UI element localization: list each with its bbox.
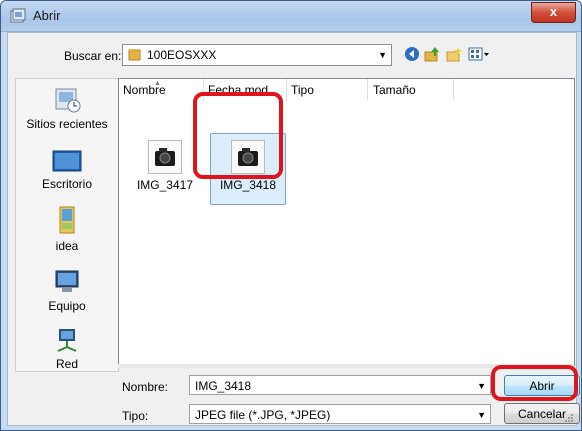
- places-bar: Sitios recientes Escritorio idea Equipo …: [15, 78, 119, 372]
- place-recent[interactable]: Sitios recientes: [16, 85, 118, 131]
- place-label: Red: [55, 357, 78, 371]
- highlight-selected-file: [193, 92, 283, 179]
- place-label: idea: [55, 239, 79, 253]
- title-bar[interactable]: Abrir x: [1, 1, 581, 32]
- filename-label: Nombre:: [122, 380, 169, 394]
- place-network[interactable]: Red: [16, 327, 118, 371]
- lookin-label: Buscar en:: [64, 49, 122, 63]
- dialog-body: Buscar en: 100EOSXXX ▼ Sitios recientes …: [7, 32, 580, 426]
- lookin-value: 100EOSXXX: [147, 48, 217, 62]
- sort-arrow-icon: ▲: [154, 80, 161, 87]
- place-label: Equipo: [48, 299, 86, 313]
- computer-icon: [55, 270, 79, 292]
- file-item[interactable]: IMG_3417: [128, 134, 202, 204]
- back-icon[interactable]: [404, 46, 420, 62]
- network-icon: [57, 329, 77, 352]
- place-label: Escritorio: [41, 177, 92, 191]
- chevron-down-icon[interactable]: ▼: [477, 405, 486, 425]
- lookin-combo[interactable]: 100EOSXXX ▼: [122, 44, 392, 66]
- column-header-size[interactable]: Tamaño: [369, 79, 454, 101]
- file-list[interactable]: ▲ Nombre Fecha mod... Tipo Tamaño IMG_34…: [118, 78, 575, 366]
- filetype-select[interactable]: JPEG file (*.JPG, *JPEG) ▼: [189, 404, 491, 424]
- filetype-value: JPEG file (*.JPG, *JPEG): [195, 408, 331, 422]
- up-folder-icon[interactable]: [424, 46, 440, 62]
- camera-thumbnail-icon: [148, 140, 182, 174]
- column-header-type[interactable]: Tipo: [287, 79, 368, 101]
- desktop-icon: [52, 150, 82, 172]
- place-label: Sitios recientes: [26, 117, 108, 131]
- chevron-down-icon[interactable]: ▼: [477, 376, 486, 396]
- window-title: Abrir: [33, 8, 61, 23]
- recent-places-icon: [55, 88, 81, 113]
- folder-icon: [128, 49, 141, 61]
- place-user[interactable]: idea: [16, 205, 118, 253]
- filename-value: IMG_3418: [195, 379, 252, 393]
- file-name: IMG_3417: [136, 178, 194, 192]
- close-icon: x: [549, 4, 558, 19]
- view-menu-icon[interactable]: [468, 46, 490, 62]
- filetype-label: Tipo:: [122, 409, 149, 423]
- highlight-open-button: [491, 365, 578, 401]
- dialog-icon: [10, 8, 26, 23]
- new-folder-icon[interactable]: [446, 46, 462, 62]
- place-computer[interactable]: Equipo: [16, 267, 118, 313]
- close-button[interactable]: x: [531, 2, 576, 23]
- file-name: IMG_3418: [219, 178, 277, 192]
- place-desktop[interactable]: Escritorio: [16, 145, 118, 191]
- resize-grip-icon[interactable]: [564, 413, 574, 423]
- chevron-down-icon[interactable]: ▼: [378, 50, 387, 60]
- user-folder-icon: [59, 206, 75, 234]
- column-header-name[interactable]: ▲ Nombre: [119, 79, 204, 101]
- filename-combo[interactable]: IMG_3418 ▼: [189, 375, 491, 395]
